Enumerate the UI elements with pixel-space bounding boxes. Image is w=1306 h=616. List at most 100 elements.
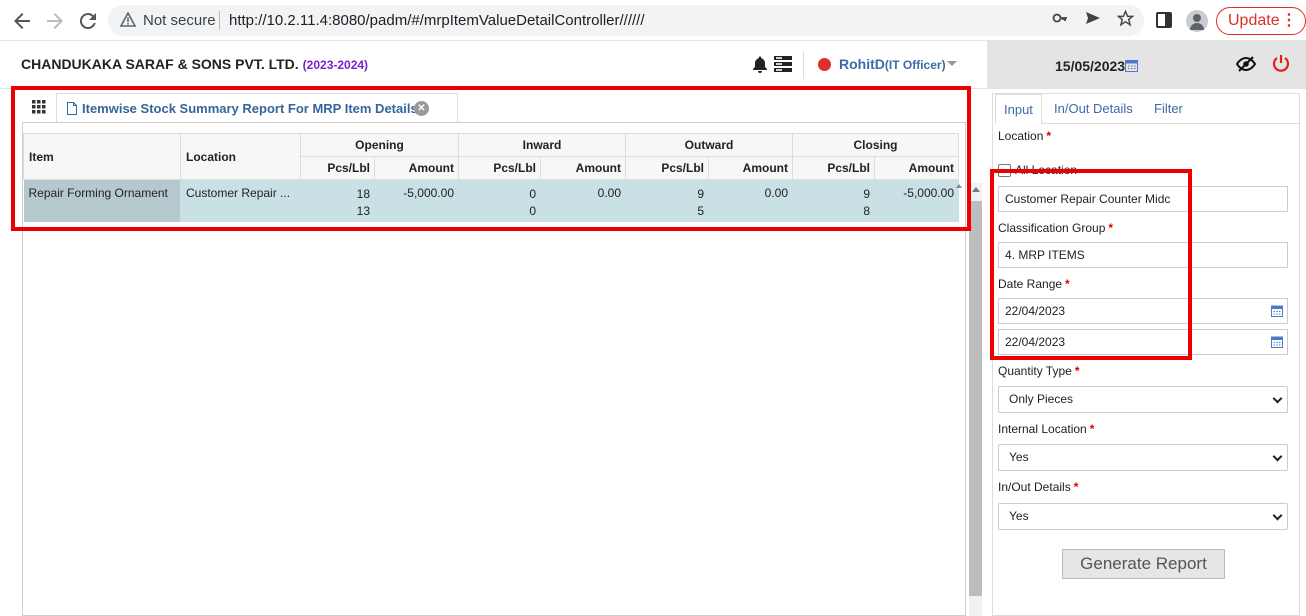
- user-menu[interactable]: RohitD(IT Officer): [839, 56, 946, 72]
- extensions-icon[interactable]: [1156, 12, 1172, 28]
- update-label: Update: [1228, 12, 1280, 29]
- cell-value: 9: [697, 187, 704, 201]
- col-group-opening: Opening: [300, 133, 459, 157]
- tab-filter[interactable]: Filter: [1146, 94, 1191, 125]
- close-icon[interactable]: ✕: [414, 101, 429, 116]
- cell-location[interactable]: Customer Repair ...: [180, 179, 301, 222]
- vertical-scrollbar[interactable]: [969, 183, 982, 616]
- table-scroll-up-icon[interactable]: [956, 184, 962, 188]
- cell-value: 9: [863, 187, 870, 201]
- cell-inward-pcs[interactable]: 00: [458, 179, 541, 222]
- eye-slash-icon[interactable]: [1236, 56, 1256, 72]
- update-button[interactable]: Update ⋮: [1216, 7, 1306, 35]
- quantity-type-label-text: Quantity Type: [998, 364, 1072, 378]
- col-header-outward-amount[interactable]: Amount: [708, 156, 793, 180]
- chevron-down-icon: [1272, 510, 1283, 521]
- quantity-type-value: Only Pieces: [1009, 392, 1074, 406]
- col-group-inward: Inward: [458, 133, 626, 157]
- col-header-outward-pcs[interactable]: Pcs/Lbl: [625, 156, 709, 180]
- cell-item[interactable]: Repair Forming Ornament: [23, 179, 181, 222]
- quantity-type-label: Quantity Type *: [998, 364, 1080, 378]
- tab-input[interactable]: Input: [995, 94, 1042, 125]
- date-from-field[interactable]: 22/04/2023: [998, 298, 1288, 324]
- internal-location-label: Internal Location *: [998, 422, 1094, 436]
- company-title: CHANDUKAKA SARAF & SONS PVT. LTD.: [21, 56, 299, 72]
- generate-report-button[interactable]: Generate Report: [1062, 549, 1225, 579]
- quantity-type-select[interactable]: Only Pieces: [998, 386, 1288, 413]
- scrollbar-thumb[interactable]: [969, 201, 982, 596]
- profile-icon[interactable]: [1186, 10, 1208, 32]
- bell-icon[interactable]: [751, 55, 769, 73]
- classification-label-text: Classification Group: [998, 221, 1106, 235]
- table-row[interactable]: Repair Forming Ornament Customer Repair …: [23, 179, 959, 222]
- cell-outward-amount[interactable]: 0.00: [708, 179, 793, 222]
- calendar-icon[interactable]: [1271, 305, 1283, 317]
- col-header-opening-amount[interactable]: Amount: [374, 156, 459, 180]
- user-status-indicator: [818, 58, 831, 71]
- date-range-label-text: Date Range: [998, 277, 1063, 291]
- col-header-inward-pcs[interactable]: Pcs/Lbl: [458, 156, 541, 180]
- cell-outward-pcs[interactable]: 95: [625, 179, 709, 222]
- col-header-closing-pcs[interactable]: Pcs/Lbl: [792, 156, 875, 180]
- browser-toolbar: Not secure http://10.2.11.4:8080/padm/#/…: [0, 0, 1306, 41]
- back-arrow-icon[interactable]: [10, 9, 34, 33]
- tab-in-out-details[interactable]: In/Out Details: [1046, 94, 1141, 125]
- cell-opening-amount[interactable]: -5,000.00: [374, 179, 459, 222]
- url-text[interactable]: http://10.2.11.4:8080/padm/#/mrpItemValu…: [229, 12, 645, 29]
- power-icon[interactable]: [1272, 54, 1290, 72]
- classification-group-field[interactable]: 4. MRP ITEMS: [998, 242, 1288, 268]
- col-header-item[interactable]: Item: [23, 133, 181, 180]
- cell-value: 13: [356, 204, 370, 218]
- internal-location-value: Yes: [1009, 450, 1029, 464]
- address-bar[interactable]: Not secure http://10.2.11.4:8080/padm/#/…: [108, 5, 1144, 36]
- required-mark: *: [1108, 221, 1114, 235]
- col-header-location[interactable]: Location: [180, 133, 301, 180]
- required-mark: *: [1065, 277, 1070, 291]
- classification-label: Classification Group *: [998, 221, 1113, 235]
- warning-icon[interactable]: [120, 12, 136, 28]
- col-header-closing-amount[interactable]: Amount: [874, 156, 959, 180]
- cell-value: 8: [863, 204, 870, 218]
- chevron-down-icon: [1272, 393, 1283, 404]
- report-parameters-panel: Input In/Out Details Filter Location * Al…: [992, 93, 1300, 616]
- inout-details-value: Yes: [1009, 509, 1029, 523]
- key-icon[interactable]: [1050, 10, 1070, 31]
- chevron-down-icon: [1272, 451, 1283, 462]
- star-icon[interactable]: [1115, 9, 1135, 32]
- send-icon[interactable]: [1083, 10, 1103, 31]
- scroll-up-icon[interactable]: [972, 187, 980, 192]
- more-options-icon[interactable]: ⋮: [1281, 8, 1297, 34]
- col-header-inward-amount[interactable]: Amount: [540, 156, 626, 180]
- location-field[interactable]: Customer Repair Counter Midc: [998, 186, 1288, 212]
- col-group-outward: Outward: [625, 133, 793, 157]
- dropdown-arrow-icon[interactable]: [947, 61, 957, 66]
- user-name: RohitD: [839, 56, 885, 72]
- report-tab-strip: Itemwise Stock Summary Report For MRP It…: [20, 93, 965, 123]
- cell-opening-pcs[interactable]: 18 13: [300, 179, 375, 222]
- grid-icon[interactable]: [32, 100, 46, 114]
- required-mark: *: [1089, 422, 1095, 436]
- app-header: CHANDUKAKA SARAF & SONS PVT. LTD. (2023-2…: [0, 41, 987, 89]
- calendar-icon[interactable]: [1271, 336, 1283, 348]
- cell-closing-pcs[interactable]: 98: [792, 179, 875, 222]
- inout-details-label: In/Out Details *: [998, 480, 1078, 494]
- inout-details-select[interactable]: Yes: [998, 503, 1288, 530]
- date-header: 15/05/2023: [987, 41, 1306, 89]
- date-range-label: Date Range *: [998, 277, 1070, 291]
- date-to-field[interactable]: 22/04/2023: [998, 329, 1288, 355]
- calendar-icon[interactable]: [1125, 59, 1138, 72]
- cell-value: 5: [697, 204, 704, 218]
- inout-details-label-text: In/Out Details: [998, 480, 1071, 494]
- forward-arrow-icon[interactable]: [43, 9, 67, 33]
- reload-icon[interactable]: [76, 9, 100, 33]
- tab-report[interactable]: Itemwise Stock Summary Report For MRP It…: [56, 93, 458, 123]
- server-icon[interactable]: [774, 56, 792, 72]
- required-mark: *: [1073, 480, 1079, 494]
- location-label: Location *: [998, 129, 1051, 143]
- col-header-opening-pcs[interactable]: Pcs/Lbl: [300, 156, 375, 180]
- cell-inward-amount[interactable]: 0.00: [540, 179, 626, 222]
- cell-closing-amount[interactable]: -5,000.00: [874, 179, 959, 222]
- all-location-checkbox[interactable]: [998, 164, 1011, 177]
- current-date: 15/05/2023: [1055, 58, 1126, 74]
- internal-location-select[interactable]: Yes: [998, 444, 1288, 471]
